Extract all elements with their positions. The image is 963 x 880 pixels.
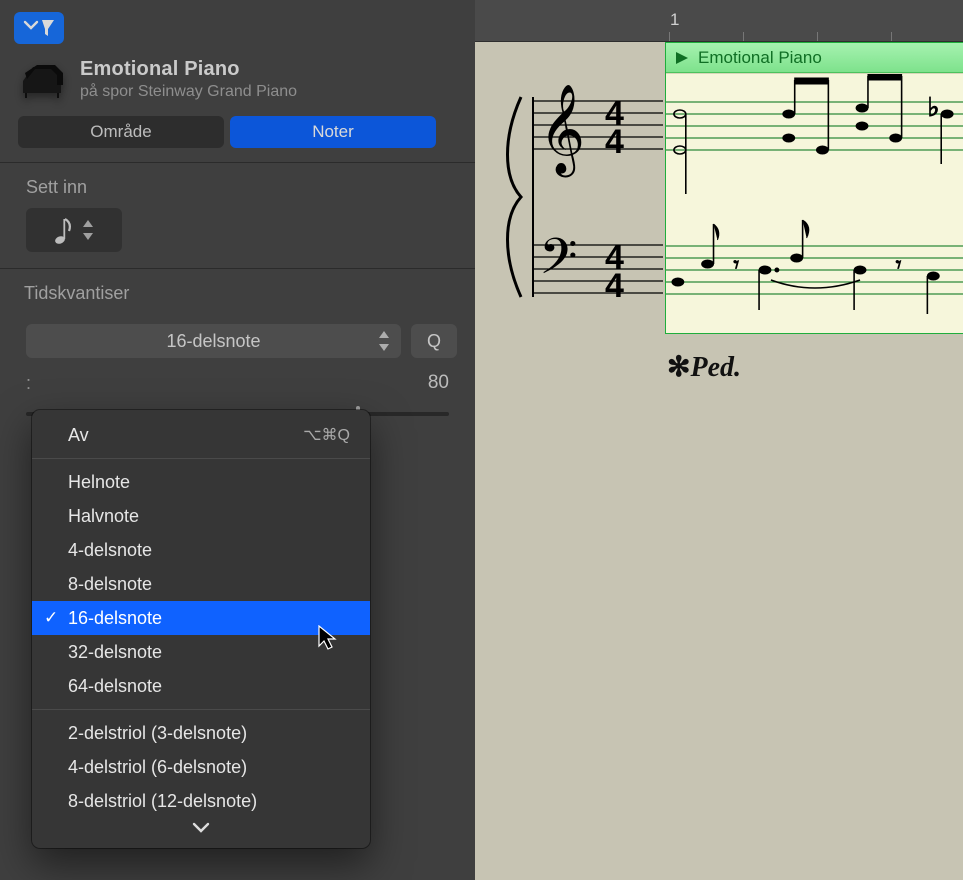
menu-item-label: Av <box>68 425 89 446</box>
time-quantize-label: Tidskvantiser <box>24 283 457 304</box>
inspector-panel: Emotional Piano på spor Steinway Grand P… <box>0 0 475 880</box>
ruler-tick <box>817 32 818 41</box>
strength-row: : 80 <box>0 358 475 394</box>
region-subtitle: på spor Steinway Grand Piano <box>80 83 297 101</box>
time-quantize-menu: Av ⌥⌘Q Helnote Halvnote 4-delsnote 8-del… <box>32 410 370 848</box>
menu-item-sixteenth[interactable]: ✓ 16-delsnote <box>32 601 370 635</box>
score-area: 1 <box>475 0 963 880</box>
bar-number: 1 <box>670 10 679 30</box>
timeline-ruler[interactable]: 1 <box>475 0 963 42</box>
time-quantize-current: 16-delsnote <box>166 331 260 352</box>
menu-item-whole[interactable]: Helnote <box>32 465 370 499</box>
menu-item-label: Helnote <box>68 472 130 493</box>
check-icon: ✓ <box>44 608 58 628</box>
region-header: Emotional Piano på spor Steinway Grand P… <box>0 50 475 108</box>
region-title: Emotional Piano <box>80 58 297 81</box>
svg-text:𝄾: 𝄾 <box>733 252 739 277</box>
region-title-block: Emotional Piano på spor Steinway Grand P… <box>80 58 297 101</box>
time-quantize-popup[interactable]: 16-delsnote <box>26 324 401 358</box>
svg-text:𝄢: 𝄢 <box>539 229 578 296</box>
piano-icon <box>18 56 66 102</box>
menu-item-triplet4[interactable]: 4-delstriol (6-delsnote) <box>32 750 370 784</box>
menu-more-indicator[interactable] <box>32 818 370 842</box>
menu-item-sixtyfourth[interactable]: 64-delsnote <box>32 669 370 703</box>
strength-stepper-placeholder: : <box>26 373 46 394</box>
stepper-icon <box>379 331 389 351</box>
menu-item-label: Halvnote <box>68 506 139 527</box>
quantize-button[interactable]: Q <box>411 324 457 358</box>
region-clip-header[interactable]: Emotional Piano <box>666 43 963 73</box>
play-marker-icon <box>674 50 690 66</box>
tab-notes[interactable]: Noter <box>230 116 436 148</box>
time-quantize-section: Tidskvantiser <box>0 269 475 318</box>
menu-separator <box>32 458 370 459</box>
ruler-tick <box>743 32 744 41</box>
strength-value[interactable]: 80 <box>428 372 449 394</box>
ruler-tick <box>891 32 892 41</box>
svg-text:♭: ♭ <box>927 94 939 122</box>
svg-text:4: 4 <box>605 267 624 305</box>
menu-separator <box>32 709 370 710</box>
region-clip[interactable]: Emotional Piano <box>665 42 963 334</box>
menu-item-label: 4-delstriol (6-delsnote) <box>68 757 247 778</box>
clip-name: Emotional Piano <box>698 48 822 68</box>
insert-section: Sett inn <box>0 163 475 268</box>
menu-item-label: 8-delsnote <box>68 574 152 595</box>
menu-item-label: 8-delstriol (12-delsnote) <box>68 791 257 812</box>
svg-text:𝄾: 𝄾 <box>896 252 902 277</box>
staff-system-init: 𝄞 𝄢 4 4 4 4 <box>497 67 663 337</box>
menu-item-label: 64-delsnote <box>68 676 162 697</box>
eighth-note-icon <box>55 215 73 245</box>
insert-note-value-popup[interactable] <box>26 208 122 252</box>
menu-item-triplet2[interactable]: 2-delstriol (3-delsnote) <box>32 716 370 750</box>
app-root: Emotional Piano på spor Steinway Grand P… <box>0 0 963 880</box>
svg-text:𝄞: 𝄞 <box>539 84 585 178</box>
menu-item-half[interactable]: Halvnote <box>32 499 370 533</box>
ruler-tick <box>669 32 670 41</box>
svg-text:4: 4 <box>605 123 624 161</box>
insert-label: Sett inn <box>26 177 457 198</box>
time-quantize-row: 16-delsnote Q <box>0 324 475 358</box>
menu-shortcut: ⌥⌘Q <box>303 425 350 445</box>
region-clip-body: ♭ 𝄾 <box>666 73 963 333</box>
tab-row: Område Noter <box>0 108 475 162</box>
menu-item-label: 2-delstriol (3-delsnote) <box>68 723 247 744</box>
inspector-toolbar <box>0 0 475 50</box>
menu-item-label: 4-delsnote <box>68 540 152 561</box>
menu-item-label: 32-delsnote <box>68 642 162 663</box>
filter-button[interactable] <box>14 12 64 44</box>
menu-item-eighth[interactable]: 8-delsnote <box>32 567 370 601</box>
chevron-down-icon <box>192 821 210 833</box>
menu-item-off[interactable]: Av ⌥⌘Q <box>32 418 370 452</box>
menu-item-triplet8[interactable]: 8-delstriol (12-delsnote) <box>32 784 370 818</box>
pedal-marking: ✻Ped. <box>667 350 741 384</box>
menu-item-quarter[interactable]: 4-delsnote <box>32 533 370 567</box>
menu-item-thirtysecond[interactable]: 32-delsnote <box>32 635 370 669</box>
menu-item-label: 16-delsnote <box>68 608 162 629</box>
stepper-icon <box>83 220 93 240</box>
tab-region[interactable]: Område <box>18 116 224 148</box>
